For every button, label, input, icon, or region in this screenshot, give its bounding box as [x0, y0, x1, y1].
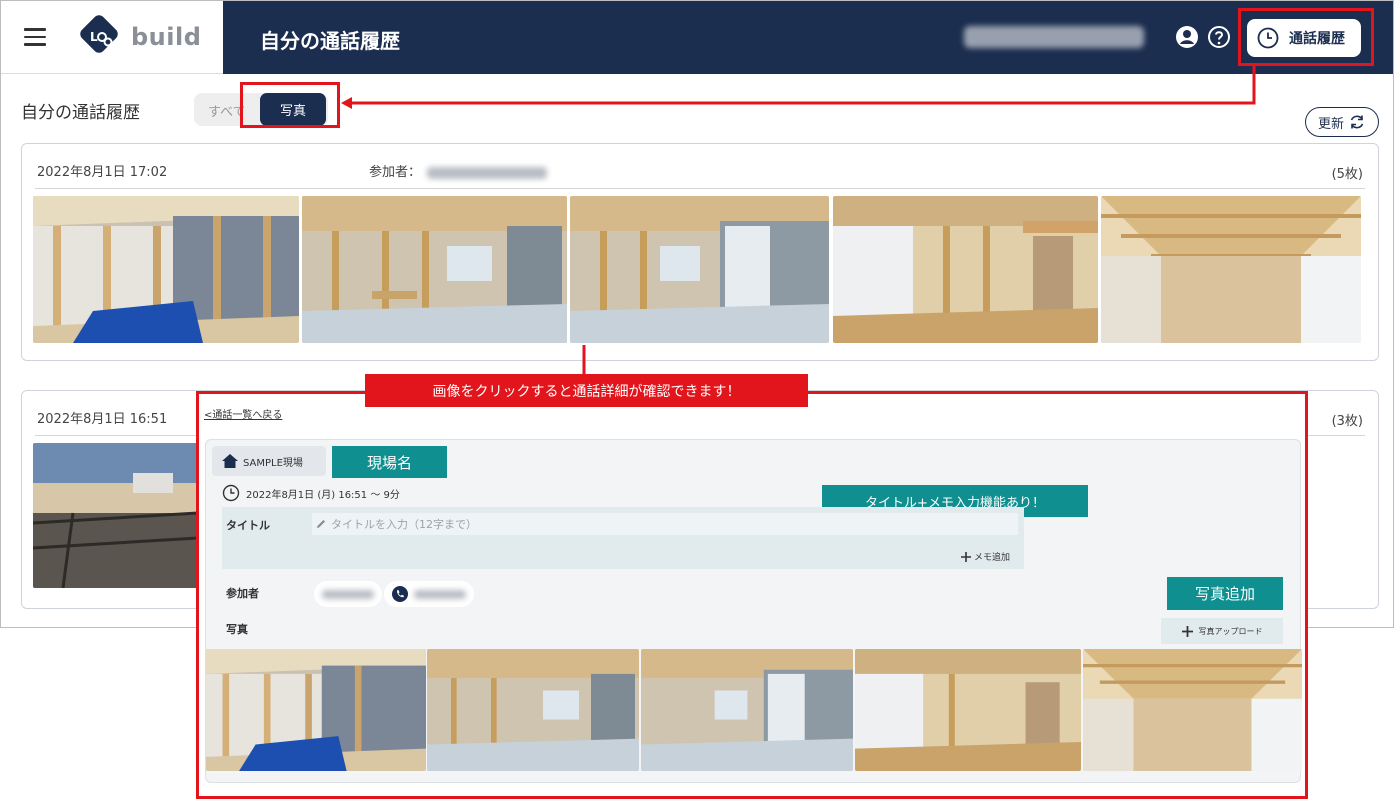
plus-icon: [1181, 625, 1193, 637]
participants-label: 参加者: [226, 587, 259, 600]
photo-thumbnail[interactable]: [206, 649, 426, 771]
call-datetime-duration: 2022年8月1日 (月) 16:51 ～ 9分: [246, 489, 400, 501]
photo-count: (3枚): [1331, 414, 1363, 429]
photos-label: 写真: [226, 623, 248, 636]
site-name-note: 現場名: [332, 446, 447, 478]
photo-thumbnail[interactable]: [833, 196, 1098, 343]
photo-count: (5枚): [1331, 167, 1363, 182]
photo-upload-button[interactable]: 写真アップロード: [1161, 618, 1283, 644]
photo-thumbnail[interactable]: [1101, 196, 1361, 343]
brand-area: L build: [1, 1, 223, 74]
photo-thumbnail[interactable]: [570, 196, 829, 343]
user-name-blurred: [964, 26, 1144, 48]
photo-thumbnail[interactable]: [1083, 649, 1302, 771]
account-icon[interactable]: [1175, 25, 1199, 49]
help-icon[interactable]: [1207, 25, 1231, 49]
title-input[interactable]: タイトルを入力（12字まで）: [312, 513, 1018, 535]
plus-icon: [960, 551, 971, 562]
add-memo-button[interactable]: メモ追加: [960, 550, 1010, 563]
site-name: SAMPLE現場: [243, 457, 303, 469]
section-title: 自分の通話履歴: [21, 103, 140, 123]
participant-name-blurred: [414, 589, 466, 599]
call-detail-card: SAMPLE現場 現場名 2022年8月1日 (月) 16:51 ～ 9分 タイ…: [205, 439, 1302, 783]
photo-thumbnail[interactable]: [33, 443, 198, 588]
participant-chip: [314, 581, 382, 607]
card-divider: [35, 188, 1365, 189]
photo-thumbnail[interactable]: [33, 196, 299, 343]
site-chip[interactable]: SAMPLE現場: [212, 446, 326, 476]
refresh-icon: [1350, 115, 1364, 129]
logo-mark-icon[interactable]: L: [75, 15, 123, 61]
photo-upload-label: 写真アップロード: [1198, 626, 1263, 636]
refresh-label: 更新: [1317, 116, 1344, 132]
home-icon: [222, 454, 238, 468]
clock-icon: [222, 484, 240, 502]
call-time-row: 2022年8月1日 (月) 16:51 ～ 9分: [222, 484, 400, 502]
title-placeholder: タイトルを入力（12字まで）: [331, 518, 477, 531]
pencil-icon: [317, 520, 325, 528]
photo-thumbnail[interactable]: [427, 649, 639, 771]
call-card[interactable]: 2022年8月1日 17:02 参加者： (5枚): [21, 143, 1379, 361]
title-memo-box: タイトル タイトルを入力（12字まで） メモ追加: [222, 507, 1024, 569]
top-header: L build 自分の通話履歴 通話履歴: [1, 1, 1393, 74]
photo-thumbnail[interactable]: [302, 196, 567, 343]
participant-name-blurred: [322, 589, 374, 599]
highlight-photo-tab: [240, 82, 340, 128]
svg-text:L: L: [90, 30, 98, 44]
call-datetime: 2022年8月1日 16:51: [37, 412, 168, 427]
logo-wordmark: build: [131, 23, 202, 51]
hamburger-menu-icon[interactable]: [24, 28, 46, 46]
back-to-list-link[interactable]: <通話一覧へ戻る: [204, 406, 282, 421]
phone-icon: [392, 586, 408, 602]
highlight-history-button: [1238, 8, 1374, 66]
photo-thumbnail[interactable]: [641, 649, 853, 771]
photo-add-note: 写真追加: [1167, 577, 1283, 610]
page-title: 自分の通話履歴: [260, 29, 400, 53]
call-detail-panel: <通話一覧へ戻る SAMPLE現場 現場名 2022年8月1日 (月) 16:5…: [196, 391, 1308, 799]
add-memo-label: メモ追加: [973, 553, 1010, 563]
participant-names-blurred: [427, 166, 548, 179]
title-label: タイトル: [226, 519, 270, 532]
instruction-callout: 画像をクリックすると通話詳細が確認できます！: [365, 374, 808, 407]
photo-thumbnail[interactable]: [855, 649, 1081, 771]
participant-chip: [384, 581, 474, 607]
participants: 参加者：: [369, 161, 548, 180]
participants-label: 参加者：: [369, 165, 422, 180]
refresh-button[interactable]: 更新: [1305, 107, 1379, 137]
call-datetime: 2022年8月1日 17:02: [37, 165, 168, 180]
